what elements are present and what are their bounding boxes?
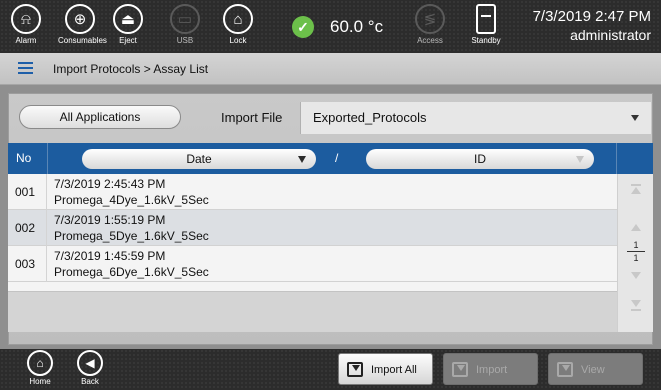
import-file-value: Exported_Protocols [313,110,427,125]
header-divider [47,143,48,174]
consumables-button[interactable]: ⊕ Consumables [58,4,107,45]
arrow-down-icon [631,272,641,279]
row-protocol-name: Promega_4Dye_1.6kV_5Sec [54,193,209,207]
back-button[interactable]: ◀ Back [70,349,110,386]
row-number: 002 [15,221,36,235]
row-number: 003 [15,257,36,271]
standby-label: Standby [471,36,501,45]
usb-button[interactable]: ▭ USB [163,4,207,45]
chevron-down-icon [576,156,584,163]
page-current: 1 [633,240,639,250]
back-label: Back [81,377,99,386]
import-file-select[interactable]: Exported_Protocols [300,102,651,134]
header-divider [616,143,617,174]
arrow-down-icon [631,300,641,307]
arrow-up-icon [631,224,641,231]
import-icon [452,362,468,377]
row-number: 001 [15,185,36,199]
bell-icon: ⍾ [11,4,41,34]
row-date: 7/3/2019 1:45:59 PM [54,249,166,263]
import-label: Import [476,364,508,376]
sort-id-label: ID [474,152,486,166]
back-arrow-icon: ◀ [77,350,103,376]
current-user: administrator [570,27,651,43]
table-header: No Date / ID [8,143,653,174]
view-icon [557,362,573,377]
access-button[interactable]: ≶ Access [408,4,452,45]
scroll-top-button[interactable] [618,182,654,202]
breadcrumb: Import Protocols > Assay List [53,62,209,76]
row-divider [46,210,47,246]
import-file-label: Import File [221,110,283,125]
import-icon [347,362,363,377]
top-toolbar: ⍾ Alarm ⊕ Consumables ⏏ Eject ▭ USB ⌂ Lo… [0,0,661,53]
row-date: 7/3/2019 1:55:19 PM [54,213,166,227]
page-indicator: 1 1 [624,240,648,263]
column-no: No [16,151,32,165]
row-divider [46,174,47,210]
eject-label: Eject [119,36,137,45]
arrow-up-icon [631,187,641,194]
scroll-bottom-button[interactable] [618,298,654,318]
access-label: Access [417,36,443,45]
import-all-button[interactable]: Import All [338,353,433,385]
row-protocol-name: Promega_5Dye_1.6kV_5Sec [54,229,209,243]
row-date: 7/3/2019 2:45:43 PM [54,177,166,191]
temperature-readout: 60.0 °c [330,17,384,36]
eject-icon: ⏏ [113,4,143,34]
alarm-label: Alarm [15,36,37,45]
lock-icon: ⌂ [223,4,253,34]
standby-button[interactable]: Standby [464,4,508,45]
eject-button[interactable]: ⏏ Eject [106,4,150,45]
chevron-down-icon [298,156,306,163]
bottom-toolbar: ⌂ Home ◀ Back Import All Import View [0,349,661,390]
row-protocol-name: Promega_6Dye_1.6kV_5Sec [54,265,209,279]
sort-date-button[interactable]: Date [82,149,316,169]
standby-icon [476,4,496,34]
page-divider [627,251,645,252]
datetime: 7/3/2019 2:47 PM [532,8,651,25]
row-divider [46,246,47,282]
usb-label: USB [176,36,194,45]
alarm-button[interactable]: ⍾ Alarm [4,4,48,45]
scroll-up-button[interactable] [618,218,654,238]
sort-id-button[interactable]: ID [366,149,594,169]
pager: 1 1 [617,174,653,332]
view-label: View [581,364,605,376]
consumables-icon: ⊕ [65,4,95,34]
page-total: 1 [633,253,639,263]
usb-icon: ▭ [170,4,200,34]
view-button[interactable]: View [548,353,643,385]
table-row[interactable]: 001 7/3/2019 2:45:43 PM Promega_4Dye_1.6… [8,174,617,210]
share-icon: ≶ [415,4,445,34]
sort-date-label: Date [186,152,212,166]
bottom-bar-icon [631,309,641,311]
consumables-label: Consumables [58,36,107,45]
table-row[interactable]: 002 7/3/2019 1:55:19 PM Promega_5Dye_1.6… [8,210,617,246]
import-button[interactable]: Import [443,353,538,385]
assay-list: 001 7/3/2019 2:45:43 PM Promega_4Dye_1.6… [8,174,617,291]
top-bar-icon [631,184,641,186]
column-separator: / [335,151,339,165]
table-row[interactable]: 003 7/3/2019 1:45:59 PM Promega_6Dye_1.6… [8,246,617,282]
lock-label: Lock [229,36,247,45]
home-button[interactable]: ⌂ Home [20,349,60,386]
home-label: Home [29,377,51,386]
home-icon: ⌂ [27,350,53,376]
all-applications-button[interactable]: All Applications [19,105,181,129]
chevron-down-icon [631,115,639,121]
scroll-down-button[interactable] [618,266,654,286]
table-empty-area [8,291,617,332]
menu-icon[interactable] [18,61,33,75]
breadcrumb-bar: Import Protocols > Assay List [0,53,661,85]
lock-button[interactable]: ⌂ Lock [216,4,260,45]
import-all-label: Import All [371,364,417,376]
check-icon: ✓ [292,16,314,38]
